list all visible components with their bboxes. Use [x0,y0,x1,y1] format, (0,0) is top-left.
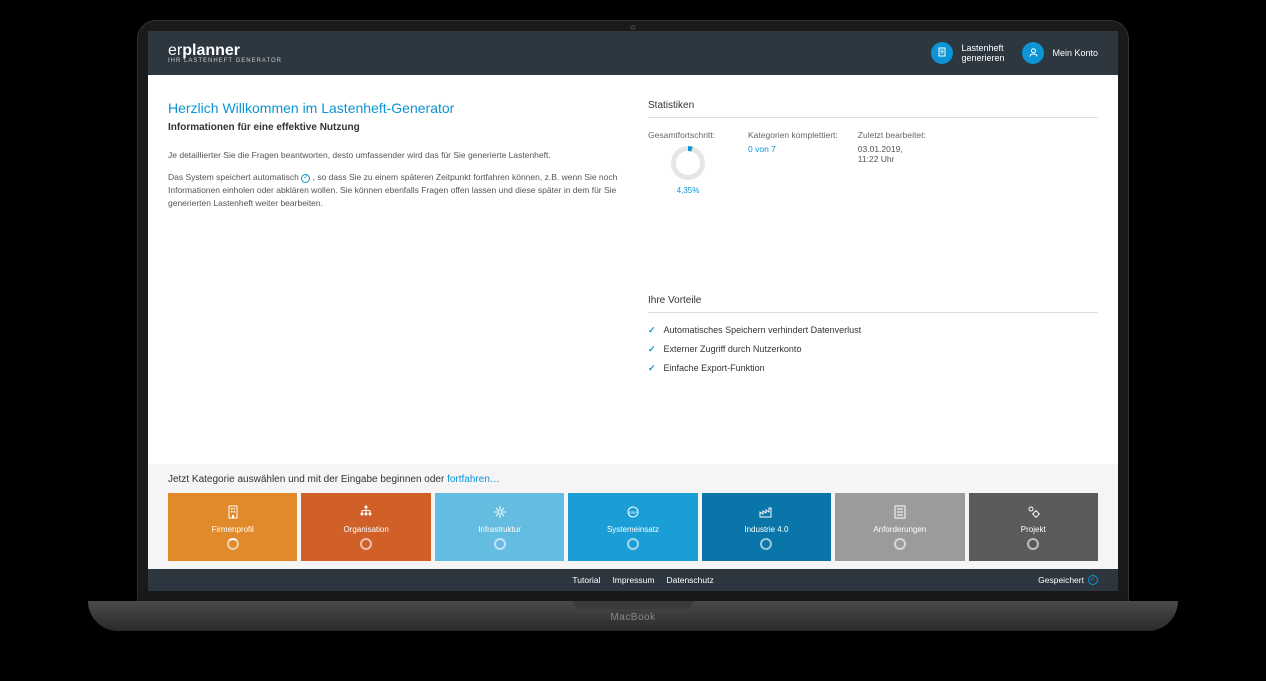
stats-title: Statistiken [648,100,1098,118]
autosave-icon [301,174,310,183]
checklist-icon [892,503,908,521]
intro-paragraph-1: Je detaillierter Sie die Fragen beantwor… [168,149,618,162]
benefits-section: Ihre Vorteile ✓ Automatisches Speichern … [648,295,1098,374]
progress-ring-icon [227,538,239,550]
org-chart-icon [358,503,374,521]
app-header: erplanner IHR LASTENHEFT GENERATOR Laste… [148,31,1118,75]
completed-label: Kategorien komplettiert: [748,130,838,140]
saved-indicator: Gespeichert [1038,575,1098,585]
check-icon: ✓ [648,344,656,355]
header-actions: Lastenheft generieren Mein Konto [931,42,1098,64]
logo[interactable]: erplanner IHR LASTENHEFT GENERATOR [168,42,282,64]
continue-link[interactable]: fortfahren… [447,474,500,485]
cat-label: Projekt [1021,525,1046,534]
device-brand: MacBook [610,612,655,623]
camera-dot [631,25,636,30]
logo-suffix: planner [182,42,240,59]
network-icon [492,503,508,521]
benefit-text: Externer Zugriff durch Nutzerkonto [664,344,802,354]
content-area: Herzlich Willkommen im Lastenheft-Genera… [148,75,1118,591]
category-organisation[interactable]: Organisation [301,493,430,561]
stat-progress: Gesamtfortschritt: 4,35% [648,130,728,195]
category-prompt: Jetzt Kategorie auswählen und mit der Ei… [168,474,1098,485]
category-selector: Jetzt Kategorie auswählen und mit der Ei… [148,464,1118,569]
benefit-item: ✓ Externer Zugriff durch Nutzerkonto [648,344,1098,355]
logo-tagline: IHR LASTENHEFT GENERATOR [168,58,282,64]
cat-label: Firmenprofil [212,525,254,534]
cat-label: Systemeinsatz [607,525,659,534]
generate-line1: Lastenheft [961,43,1003,53]
generate-button[interactable]: Lastenheft generieren [931,42,1004,64]
factory-icon [758,503,774,521]
progress-ring-icon [760,538,772,550]
category-systemeinsatz[interactable]: ERP Systemeinsatz [568,493,697,561]
progress-chart: 4,35% [648,146,728,195]
stats-row: Gesamtfortschritt: 4,35% Kategorien komp… [648,130,1098,195]
main-columns: Herzlich Willkommen im Lastenheft-Genera… [148,75,1118,464]
progress-ring-icon [894,538,906,550]
footer-link-tutorial[interactable]: Tutorial [572,575,600,585]
benefit-text: Einfache Export-Funktion [664,363,765,373]
check-icon: ✓ [648,363,656,374]
cat-label: Anforderungen [873,525,926,534]
donut-icon [671,146,705,180]
category-anforderungen[interactable]: Anforderungen [835,493,964,561]
benefits-title: Ihre Vorteile [648,295,1098,313]
progress-ring-icon [627,538,639,550]
stats-column: Statistiken Gesamtfortschritt: 4,35% Ka [648,100,1098,464]
intro-paragraph-2: Das System speichert automatisch , so da… [168,171,618,209]
saved-check-icon [1088,575,1098,585]
welcome-column: Herzlich Willkommen im Lastenheft-Genera… [168,100,618,464]
account-button[interactable]: Mein Konto [1022,42,1098,64]
laptop-mockup: erplanner IHR LASTENHEFT GENERATOR Laste… [138,21,1128,661]
progress-ring-icon [360,538,372,550]
page-subtitle: Informationen für eine effektive Nutzung [168,122,618,133]
category-industrie40[interactable]: Industrie 4.0 [702,493,831,561]
category-firmenprofil[interactable]: Firmenprofil [168,493,297,561]
p2-text-a: Das System speichert automatisch [168,172,301,182]
footer-link-datenschutz[interactable]: Datenschutz [666,575,713,585]
cat-label: Infrastruktur [478,525,521,534]
cat-prompt-text: Jetzt Kategorie auswählen und mit der Ei… [168,474,447,485]
erp-gear-icon: ERP [624,503,642,521]
progress-value: 4,35% [677,186,700,195]
app-footer: Tutorial Impressum Datenschutz Gespeiche… [148,569,1118,591]
generate-label: Lastenheft generieren [961,43,1004,63]
progress-ring-icon [1027,538,1039,550]
page-title: Herzlich Willkommen im Lastenheft-Genera… [168,100,618,116]
logo-prefix: er [168,42,182,59]
benefit-item: ✓ Automatisches Speichern verhindert Dat… [648,325,1098,336]
cat-label: Industrie 4.0 [744,525,788,534]
progress-label: Gesamtfortschritt: [648,130,728,140]
account-label: Mein Konto [1052,48,1098,58]
footer-links: Tutorial Impressum Datenschutz [572,575,713,585]
building-icon [225,503,241,521]
benefit-item: ✓ Einfache Export-Funktion [648,363,1098,374]
screen-frame: erplanner IHR LASTENHEFT GENERATOR Laste… [138,21,1128,601]
benefit-text: Automatisches Speichern verhindert Daten… [664,325,862,335]
progress-ring-icon [494,538,506,550]
edited-time: 11:22 Uhr [858,154,938,164]
app-screen: erplanner IHR LASTENHEFT GENERATOR Laste… [148,31,1118,591]
cat-label: Organisation [343,525,388,534]
stat-edited: Zuletzt bearbeitet: 03.01.2019, 11:22 Uh… [858,130,938,195]
category-tiles: Firmenprofil Organisation Infrastruktur [168,493,1098,561]
check-icon: ✓ [648,325,656,336]
saved-label: Gespeichert [1038,575,1084,585]
edited-label: Zuletzt bearbeitet: [858,130,938,140]
generate-line2: generieren [961,53,1004,63]
completed-value[interactable]: 0 von 7 [748,144,838,154]
category-infrastruktur[interactable]: Infrastruktur [435,493,564,561]
user-icon [1022,42,1044,64]
footer-link-impressum[interactable]: Impressum [612,575,654,585]
project-gear-icon [1025,503,1041,521]
laptop-base: MacBook [88,601,1178,631]
category-projekt[interactable]: Projekt [969,493,1098,561]
stat-completed: Kategorien komplettiert: 0 von 7 [748,130,838,195]
document-icon [931,42,953,64]
edited-date: 03.01.2019, [858,144,938,154]
svg-text:ERP: ERP [629,510,638,515]
